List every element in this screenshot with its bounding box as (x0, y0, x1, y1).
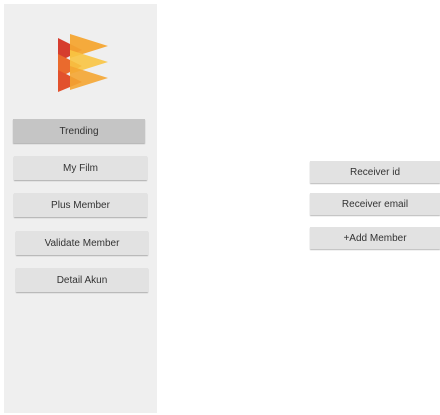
sidebar-item-detail-akun[interactable]: Detail Akun (16, 268, 148, 292)
sidebar: Trending My Film Plus Member Validate Me… (4, 4, 157, 413)
app-logo (58, 34, 108, 92)
receiver-email-button[interactable]: Receiver email (310, 193, 440, 215)
receiver-id-button[interactable]: Receiver id (310, 161, 440, 183)
sidebar-item-trending[interactable]: Trending (13, 119, 145, 143)
sidebar-item-my-film[interactable]: My Film (14, 156, 147, 180)
sidebar-item-plus-member[interactable]: Plus Member (14, 193, 147, 217)
sidebar-item-validate-member[interactable]: Validate Member (16, 231, 148, 255)
add-member-button[interactable]: +Add Member (310, 227, 440, 249)
